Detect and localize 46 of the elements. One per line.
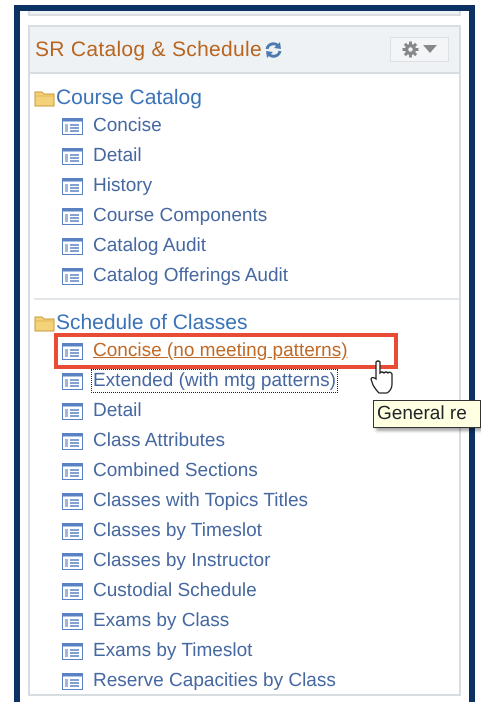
report-icon bbox=[62, 432, 83, 450]
menu-link[interactable]: Classes by Timeslot bbox=[92, 520, 263, 542]
report-icon bbox=[62, 522, 83, 540]
report-icon bbox=[62, 672, 83, 690]
menu-link[interactable]: Extended (with mtg patterns) bbox=[92, 370, 337, 392]
report-icon bbox=[62, 342, 83, 360]
menu-link[interactable]: Concise (no meeting patterns) bbox=[92, 340, 349, 362]
caret-icon bbox=[423, 45, 437, 54]
report-icon bbox=[62, 178, 83, 194]
pagelet-title: SR Catalog & Schedule bbox=[35, 36, 262, 63]
menu-link[interactable]: Classes by Instructor bbox=[92, 550, 272, 572]
report-icon bbox=[62, 552, 83, 570]
menu-link[interactable]: Custodial Schedule bbox=[92, 580, 258, 602]
report-icon bbox=[62, 582, 83, 600]
report-icon bbox=[62, 402, 83, 420]
report-icon bbox=[62, 238, 83, 254]
report-icon bbox=[62, 208, 83, 224]
report-icon bbox=[62, 492, 83, 510]
menu-link[interactable]: Combined Sections bbox=[92, 460, 259, 482]
menu-link[interactable]: Catalog Audit bbox=[92, 235, 208, 257]
menu-link[interactable]: Catalog Offerings Audit bbox=[92, 265, 290, 287]
menu-link[interactable]: Exams by Timeslot bbox=[92, 640, 254, 662]
menu-link[interactable]: Class Attributes bbox=[92, 430, 226, 452]
refresh-icon[interactable] bbox=[264, 40, 283, 58]
menu-link[interactable]: Classes with Topics Titles bbox=[92, 490, 310, 512]
menu-link[interactable]: Concise bbox=[92, 115, 163, 137]
folder-icon bbox=[34, 314, 56, 332]
menu-link[interactable]: Detail bbox=[92, 400, 143, 422]
menu-link[interactable]: Detail bbox=[92, 145, 143, 167]
folder-icon bbox=[34, 89, 56, 107]
report-icon bbox=[62, 118, 83, 134]
menu-link[interactable]: History bbox=[92, 175, 154, 197]
section-title[interactable]: Course Catalog bbox=[56, 85, 202, 111]
gear-icon bbox=[402, 41, 419, 58]
section-title[interactable]: Schedule of Classes bbox=[56, 310, 248, 336]
menu-link[interactable]: Reserve Capacities by Class bbox=[92, 670, 337, 692]
menu-link[interactable]: Exams by Class bbox=[92, 610, 230, 632]
report-icon bbox=[62, 462, 83, 480]
settings-menu-button[interactable] bbox=[390, 37, 449, 62]
report-icon bbox=[62, 642, 83, 660]
menu-link[interactable]: Course Components bbox=[92, 205, 268, 227]
report-icon bbox=[62, 268, 83, 284]
report-icon bbox=[62, 148, 83, 164]
tooltip: General re bbox=[373, 400, 481, 428]
report-icon bbox=[62, 372, 83, 390]
report-icon bbox=[62, 612, 83, 630]
